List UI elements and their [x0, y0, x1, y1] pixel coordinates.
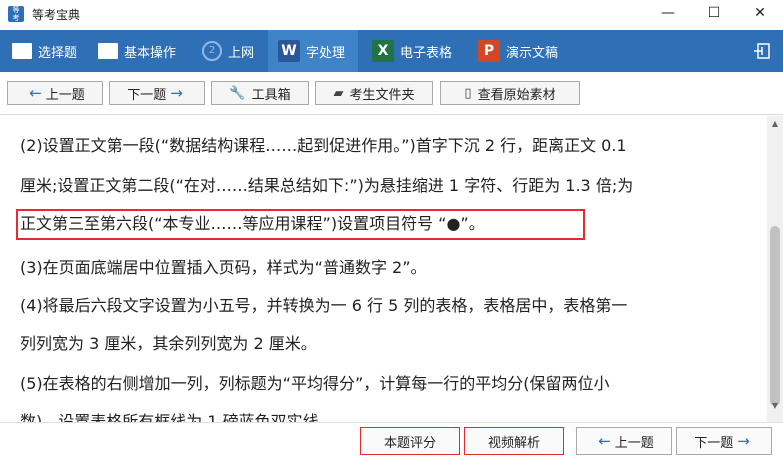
tab-label: 选择题 — [38, 45, 78, 61]
app-logo-icon: 等考 — [8, 6, 24, 22]
tab-word-processing[interactable]: W 字处理 — [268, 30, 358, 72]
wrench-icon: 🔧 — [229, 85, 246, 101]
maximize-button[interactable]: ☐ — [691, 0, 737, 28]
tab-internet[interactable]: 2 上网 — [198, 30, 272, 72]
tab-presentation[interactable]: P 演示文稿 — [478, 30, 574, 72]
content-line: 数)，设置表格所有框线为 1 磅蓝色双实线。 — [20, 412, 335, 422]
toolbox-label: 工具箱 — [251, 87, 291, 103]
content-line: (4)将最后六段文字设置为小五号，并转换为一 6 行 5 列的表格，表格居中，表… — [20, 296, 628, 315]
title-bar: 等考 等考宝典 — ☐ ✕ — [0, 0, 783, 28]
tab-label: 演示文稿 — [506, 45, 559, 61]
window-title: 等考宝典 — [32, 8, 81, 22]
next-question-button[interactable]: 下一题 → — [109, 81, 205, 105]
prev-label: 上一题 — [614, 435, 654, 451]
main-toolbar: 选择题 基本操作 2 上网 W 字处理 X 电子表格 P 演示文稿 — [0, 30, 783, 72]
close-button[interactable]: ✕ — [737, 0, 783, 28]
arrow-right-icon: → — [170, 84, 183, 102]
arrow-left-icon: ← — [598, 432, 611, 450]
arrow-right-icon: → — [737, 432, 750, 450]
powerpoint-icon: P — [478, 40, 500, 62]
tab-label: 电子表格 — [400, 45, 453, 61]
next-label: 下一题 — [127, 87, 167, 103]
highlight-box — [16, 209, 585, 240]
prev-question-button[interactable]: ← 上一题 — [7, 81, 103, 105]
dock-pin-icon[interactable] — [753, 42, 771, 60]
original-material-label: 查看原始素材 — [477, 87, 556, 103]
tab-basic-operations[interactable]: 基本操作 — [94, 30, 194, 72]
view-original-material-button[interactable]: ▯ 查看原始素材 — [440, 81, 580, 105]
scroll-up-icon[interactable]: ▲ — [767, 116, 783, 132]
bottom-action-bar: 本题评分 视频解析 ← 上一题 下一题 → — [0, 422, 783, 472]
content-line: 列列宽为 3 厘米，其余列列宽为 2 厘米。 — [20, 334, 317, 353]
scroll-down-icon[interactable]: ▼ — [767, 398, 783, 414]
score-label: 本题评分 — [383, 435, 436, 451]
navigation-bar: ← 上一题 下一题 → 🔧 工具箱 ▰ 考生文件夹 ▯ 查看原始素材 — [0, 74, 783, 115]
arrow-left-icon: ← — [29, 84, 42, 102]
scrollbar-thumb[interactable] — [770, 226, 780, 406]
tab-spreadsheet[interactable]: X 电子表格 — [372, 30, 468, 72]
excel-icon: X — [372, 40, 394, 62]
question-content: (2)设置正文第一段(“数据结构课程……起到促进作用。”)首字下沉 2 行，距离… — [0, 116, 767, 422]
student-folder-button[interactable]: ▰ 考生文件夹 — [315, 81, 433, 105]
file-icon: ▯ — [464, 85, 472, 101]
content-line: 厘米;设置正文第二段(“在对……结果总结如下:”)为悬挂缩进 1 字符、行距为 … — [20, 176, 634, 195]
next-label: 下一题 — [694, 435, 734, 451]
bottom-next-button[interactable]: 下一题 → — [676, 427, 772, 455]
folder-icon: ▰ — [333, 85, 344, 101]
vertical-scrollbar[interactable]: ▲ ▼ — [767, 116, 783, 422]
toolbox-button[interactable]: 🔧 工具箱 — [211, 81, 309, 105]
document-icon — [12, 43, 32, 59]
content-line: (2)设置正文第一段(“数据结构课程……起到促进作用。”)首字下沉 2 行，距离… — [20, 136, 627, 155]
tab-label: 字处理 — [306, 45, 346, 61]
word-icon: W — [278, 40, 300, 62]
prev-label: 上一题 — [45, 87, 85, 103]
document-icon — [98, 43, 118, 59]
student-folder-label: 考生文件夹 — [349, 87, 415, 103]
content-line: (5)在表格的右侧增加一列，列标题为“平均得分”，计算每一行的平均分(保留两位小 — [20, 374, 610, 393]
tab-choice-questions[interactable]: 选择题 — [8, 30, 92, 72]
video-label: 视频解析 — [487, 435, 540, 451]
video-analysis-button[interactable]: 视频解析 — [464, 427, 564, 455]
tab-label: 基本操作 — [124, 45, 177, 61]
score-question-button[interactable]: 本题评分 — [360, 427, 460, 455]
bottom-prev-button[interactable]: ← 上一题 — [576, 427, 672, 455]
minimize-button[interactable]: — — [645, 0, 691, 28]
tab-label: 上网 — [228, 45, 255, 61]
globe-icon: 2 — [202, 41, 222, 61]
content-line: (3)在页面底端居中位置插入页码，样式为“普通数字 2”。 — [20, 258, 427, 277]
